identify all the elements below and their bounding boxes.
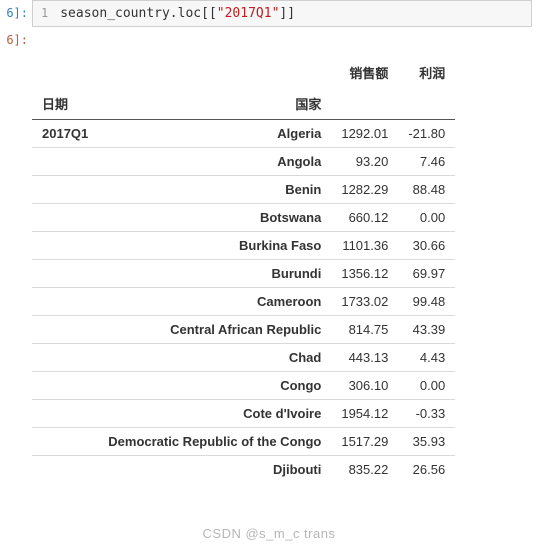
column-header-row: 销售额 利润 [32, 57, 455, 88]
table-row: Burundi1356.1269.97 [32, 260, 455, 288]
table-row: Djibouti835.2226.56 [32, 456, 455, 484]
profit-cell: 43.39 [398, 316, 455, 344]
date-index-cell [32, 148, 98, 176]
output-prompt: 6]: [0, 27, 32, 47]
country-index-cell: Burkina Faso [98, 232, 331, 260]
column-header: 销售额 [331, 57, 398, 88]
profit-cell: -21.80 [398, 120, 455, 148]
date-index-cell [32, 428, 98, 456]
profit-cell: 69.97 [398, 260, 455, 288]
table-body: 2017Q1Algeria1292.01-21.80Angola93.207.4… [32, 120, 455, 484]
profit-cell: 0.00 [398, 204, 455, 232]
country-index-cell: Congo [98, 372, 331, 400]
profit-cell: -0.33 [398, 400, 455, 428]
country-index-cell: Central African Republic [98, 316, 331, 344]
table-row: Burkina Faso1101.3630.66 [32, 232, 455, 260]
sales-cell: 660.12 [331, 204, 398, 232]
table-row: Congo306.100.00 [32, 372, 455, 400]
watermark-text: CSDN @s_m_c trans [0, 526, 538, 541]
date-index-cell [32, 456, 98, 484]
country-index-cell: Democratic Republic of the Congo [98, 428, 331, 456]
sales-cell: 1733.02 [331, 288, 398, 316]
output-prompt-row: 6]: [0, 27, 538, 47]
date-index-cell [32, 176, 98, 204]
date-index-cell: 2017Q1 [32, 120, 98, 148]
profit-cell: 35.93 [398, 428, 455, 456]
output-area: 销售额 利润 日期 国家 2017Q1Algeria1292.01-21.80A… [0, 57, 538, 483]
table-row: Cameroon1733.0299.48 [32, 288, 455, 316]
profit-cell: 88.48 [398, 176, 455, 204]
table-row: Angola93.207.46 [32, 148, 455, 176]
table-row: Central African Republic814.7543.39 [32, 316, 455, 344]
code-text-before: season_country.loc[[ [60, 6, 217, 21]
country-index-cell: Cote d'Ivoire [98, 400, 331, 428]
sales-cell: 306.10 [331, 372, 398, 400]
sales-cell: 1356.12 [331, 260, 398, 288]
code-editor[interactable]: 1 season_country.loc[["2017Q1"]] [32, 0, 532, 27]
date-index-cell [32, 400, 98, 428]
table-row: Democratic Republic of the Congo1517.293… [32, 428, 455, 456]
sales-cell: 1282.29 [331, 176, 398, 204]
profit-cell: 0.00 [398, 372, 455, 400]
table-row: Cote d'Ivoire1954.12-0.33 [32, 400, 455, 428]
index-name: 国家 [98, 88, 331, 120]
date-index-cell [32, 344, 98, 372]
input-prompt: 6]: [0, 0, 32, 20]
profit-cell: 26.56 [398, 456, 455, 484]
blank-header [398, 88, 455, 120]
country-index-cell: Botswana [98, 204, 331, 232]
date-index-cell [32, 260, 98, 288]
code-content[interactable]: season_country.loc[["2017Q1"]] [60, 6, 295, 21]
sales-cell: 1954.12 [331, 400, 398, 428]
index-name: 日期 [32, 88, 98, 120]
table-row: Chad443.134.43 [32, 344, 455, 372]
country-index-cell: Angola [98, 148, 331, 176]
table-row: Benin1282.2988.48 [32, 176, 455, 204]
blank-header [331, 88, 398, 120]
sales-cell: 1292.01 [331, 120, 398, 148]
sales-cell: 1101.36 [331, 232, 398, 260]
country-index-cell: Benin [98, 176, 331, 204]
table-row: 2017Q1Algeria1292.01-21.80 [32, 120, 455, 148]
country-index-cell: Chad [98, 344, 331, 372]
date-index-cell [32, 232, 98, 260]
country-index-cell: Djibouti [98, 456, 331, 484]
index-names-row: 日期 国家 [32, 88, 455, 120]
country-index-cell: Algeria [98, 120, 331, 148]
profit-cell: 4.43 [398, 344, 455, 372]
date-index-cell [32, 316, 98, 344]
profit-cell: 7.46 [398, 148, 455, 176]
country-index-cell: Cameroon [98, 288, 331, 316]
line-number: 1 [41, 6, 48, 20]
sales-cell: 814.75 [331, 316, 398, 344]
blank-header [98, 57, 331, 88]
code-string-literal: "2017Q1" [217, 6, 280, 21]
sales-cell: 1517.29 [331, 428, 398, 456]
sales-cell: 443.13 [331, 344, 398, 372]
date-index-cell [32, 288, 98, 316]
country-index-cell: Burundi [98, 260, 331, 288]
profit-cell: 30.66 [398, 232, 455, 260]
profit-cell: 99.48 [398, 288, 455, 316]
input-cell: 6]: 1 season_country.loc[["2017Q1"]] [0, 0, 538, 27]
date-index-cell [32, 372, 98, 400]
table-row: Botswana660.120.00 [32, 204, 455, 232]
column-header: 利润 [398, 57, 455, 88]
sales-cell: 835.22 [331, 456, 398, 484]
dataframe-table: 销售额 利润 日期 国家 2017Q1Algeria1292.01-21.80A… [32, 57, 455, 483]
date-index-cell [32, 204, 98, 232]
blank-header [32, 57, 98, 88]
code-text-after: ]] [279, 6, 295, 21]
sales-cell: 93.20 [331, 148, 398, 176]
